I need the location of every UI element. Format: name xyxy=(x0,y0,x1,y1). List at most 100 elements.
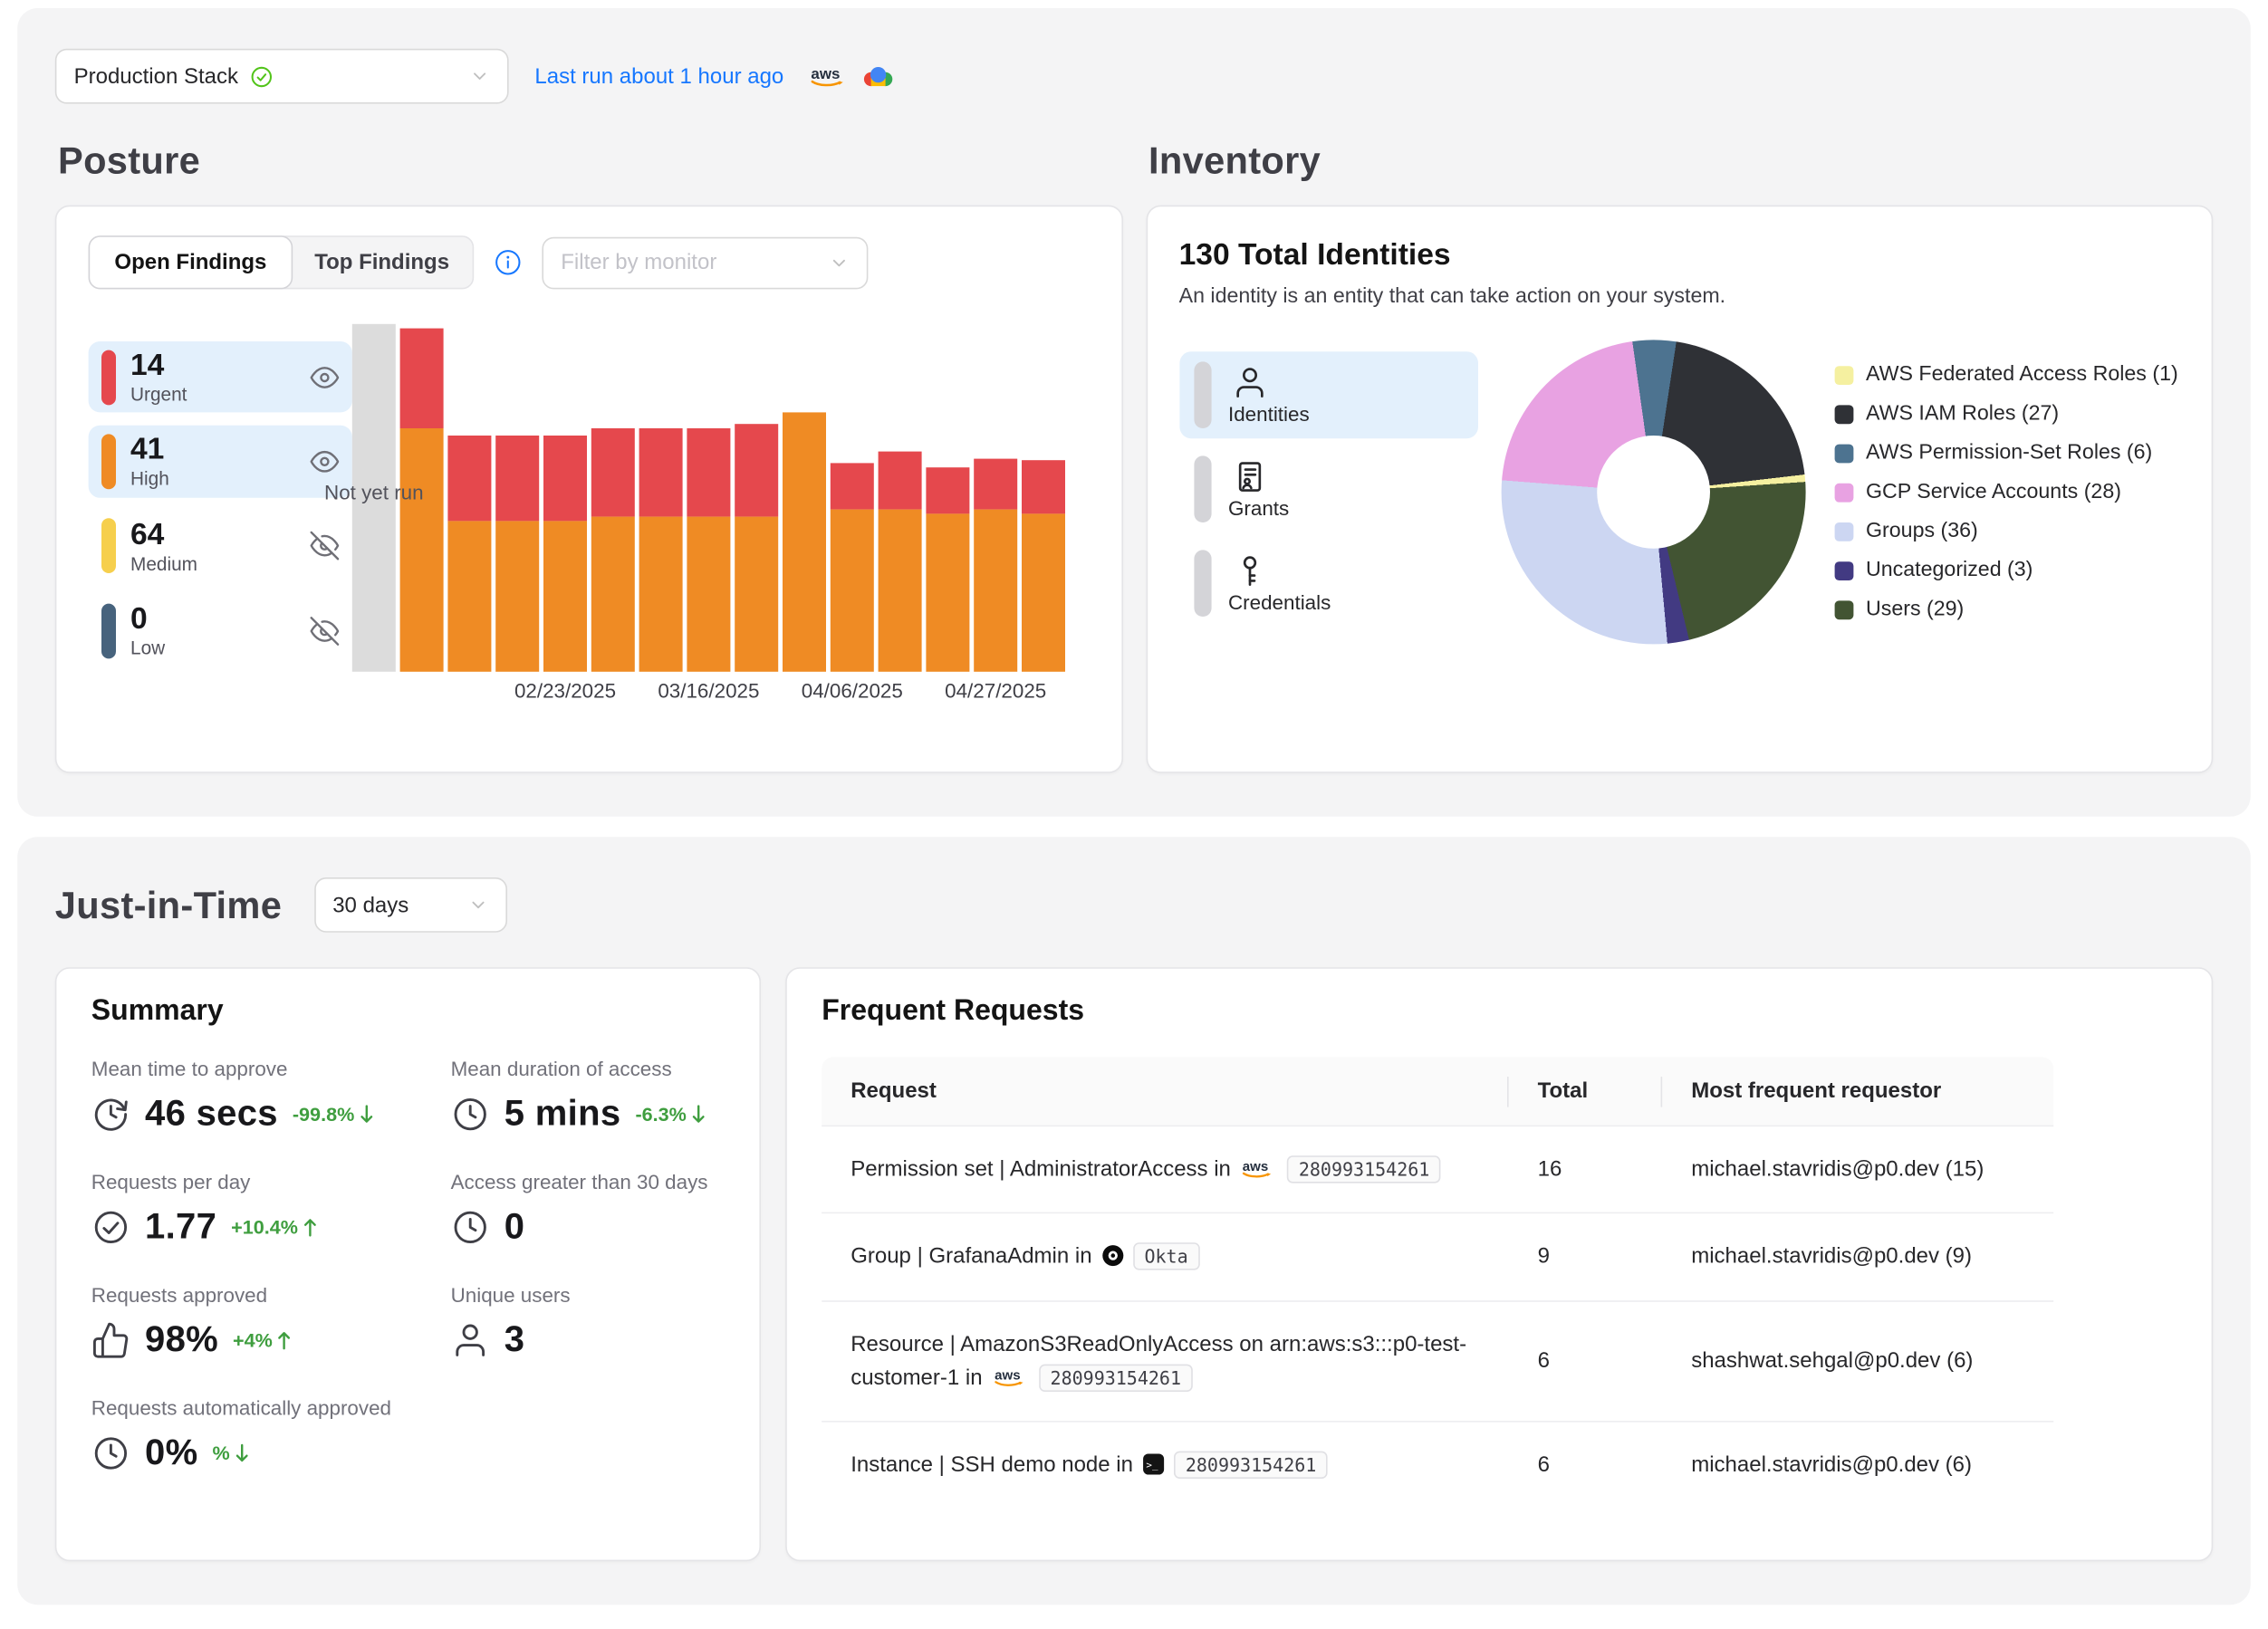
summary-metrics: Mean time to approve46 secs-99.8%Mean du… xyxy=(91,1057,725,1474)
bar-week-12 xyxy=(926,467,969,672)
inventory-section: Inventory 130 Total Identities An identi… xyxy=(1146,139,2213,773)
eye-off-icon[interactable] xyxy=(310,532,339,561)
high-segment xyxy=(687,517,730,672)
trend-up-icon xyxy=(301,1216,318,1238)
time-range-select[interactable]: 30 days xyxy=(313,877,506,933)
column-header-requestor: Most frequent requestor xyxy=(1662,1057,2053,1125)
list-indicator-pill xyxy=(1194,361,1211,428)
urgent-segment xyxy=(1022,460,1065,513)
metric-delta: +4% xyxy=(233,1329,293,1351)
inventory-tabs: IdentitiesGrantsCredentials xyxy=(1179,350,1478,633)
identities-donut-chart xyxy=(1501,340,1805,644)
x-axis-tick: 04/27/2025 xyxy=(945,679,1046,703)
legend-color-chip xyxy=(1834,600,1853,619)
request-row[interactable]: Permission set | AdministratorAccess in … xyxy=(822,1126,2053,1212)
severity-count: 41 xyxy=(130,433,169,466)
topbar: Production Stack Last run about 1 hour a… xyxy=(55,49,2213,104)
summary-card: Summary Mean time to approve46 secs-99.8… xyxy=(55,967,761,1561)
svg-text:aws: aws xyxy=(995,1367,1020,1383)
chevron-down-icon xyxy=(829,253,849,273)
urgent-segment xyxy=(926,467,969,513)
info-icon[interactable] xyxy=(495,249,522,276)
metric-label: Mean time to approve xyxy=(91,1057,451,1080)
request-requestor: michael.stavridis@p0.dev (9) xyxy=(1662,1214,2053,1300)
metric-value: 5 mins xyxy=(505,1093,621,1135)
urgent-segment xyxy=(495,436,539,521)
legend-item-uncategorized: Uncategorized (3) xyxy=(1834,559,2178,582)
severity-label: Urgent xyxy=(130,385,187,406)
thumbs-up-icon xyxy=(91,1321,130,1360)
dashboard: Production Stack Last run about 1 hour a… xyxy=(0,8,2268,1629)
bar-week-3 xyxy=(495,436,539,672)
request-requestor: michael.stavridis@p0.dev (6) xyxy=(1662,1423,2053,1509)
legend-item-high[interactable]: 41High xyxy=(89,426,352,497)
inventory-tab-identities[interactable]: Identities xyxy=(1179,350,1478,437)
legend-color-chip xyxy=(1834,444,1853,463)
total-identities-title: 130 Total Identities xyxy=(1179,238,2180,273)
inventory-tab-credentials[interactable]: Credentials xyxy=(1179,539,1478,626)
request-requestor: michael.stavridis@p0.dev (15) xyxy=(1662,1126,2053,1212)
stack-selector[interactable]: Production Stack xyxy=(55,49,509,104)
legend-item-groups: Groups (36) xyxy=(1834,520,2178,543)
metric-delta: -99.8% xyxy=(293,1104,375,1126)
severity-color-chip xyxy=(101,519,116,574)
eye-icon[interactable] xyxy=(310,447,339,476)
metric-mean-duration-of-access: Mean duration of access5 mins-6.3% xyxy=(451,1057,725,1135)
column-header-total: Total xyxy=(1509,1057,1663,1125)
last-run-link[interactable]: Last run about 1 hour ago xyxy=(534,64,783,89)
high-segment xyxy=(735,517,778,672)
request-row[interactable]: Group | GrafanaAdmin in Okta9michael.sta… xyxy=(822,1212,2053,1299)
svg-text:>_: >_ xyxy=(1146,1460,1158,1471)
resource-badge: Okta xyxy=(1133,1243,1200,1270)
request-row[interactable]: Instance | SSH demo node in >_2809931542… xyxy=(822,1421,2053,1508)
column-header-request: Request xyxy=(822,1057,1508,1125)
eye-off-icon[interactable] xyxy=(310,617,339,646)
okta-icon xyxy=(1100,1244,1124,1268)
severity-count: 0 xyxy=(130,602,165,636)
check-circle-icon xyxy=(91,1208,130,1247)
posture-card: Open FindingsTop Findings Filter by moni… xyxy=(55,206,1122,773)
metric-mean-time-to-approve: Mean time to approve46 secs-99.8% xyxy=(91,1057,451,1135)
urgent-segment xyxy=(879,452,922,510)
tab-top-findings[interactable]: Top Findings xyxy=(292,237,473,288)
tab-open-findings[interactable]: Open Findings xyxy=(89,235,293,289)
severity-color-chip xyxy=(101,435,116,490)
grants-icon xyxy=(1231,458,1267,494)
urgent-segment xyxy=(831,463,874,509)
clock-icon xyxy=(451,1208,490,1247)
bar-week-8 xyxy=(735,424,778,672)
inventory-tab-grants[interactable]: Grants xyxy=(1179,445,1478,532)
list-indicator-pill xyxy=(1194,455,1211,522)
metric-unique-users: Unique users3 xyxy=(451,1283,725,1361)
frequent-requests-card: Frequent Requests Request Total Most fre… xyxy=(785,967,2213,1561)
metric-access-greater-than-30-days: Access greater than 30 days0 xyxy=(451,1170,725,1248)
eye-icon[interactable] xyxy=(310,363,339,392)
posture-title: Posture xyxy=(58,139,1122,184)
frequent-requests-table: Request Total Most frequent requestor Pe… xyxy=(822,1057,2053,1508)
urgent-segment xyxy=(974,459,1017,510)
request-text: Permission set | AdministratorAccess in xyxy=(850,1157,1236,1182)
legend-item-users: Users (29) xyxy=(1834,598,2178,621)
legend-item-low[interactable]: 0Low xyxy=(89,595,352,666)
table-header: Request Total Most frequent requestor xyxy=(822,1057,2053,1125)
jit-title: Just-in-Time xyxy=(55,883,282,928)
metric-requests-automatically-approved: Requests automatically approved0%% xyxy=(91,1396,451,1474)
monitor-filter-select[interactable]: Filter by monitor xyxy=(542,236,868,289)
legend-color-chip xyxy=(1834,405,1853,424)
request-row[interactable]: Resource | AmazonS3ReadOnlyAccess on arn… xyxy=(822,1299,2053,1421)
metric-delta: % xyxy=(212,1442,250,1464)
gcp-logo-icon xyxy=(860,63,895,90)
urgent-segment xyxy=(447,436,491,521)
key-icon xyxy=(1231,552,1267,589)
legend-color-chip xyxy=(1834,365,1853,384)
legend-item-urgent[interactable]: 14Urgent xyxy=(89,341,352,413)
metric-value: 0 xyxy=(505,1206,525,1248)
metric-requests-approved: Requests approved98%+4% xyxy=(91,1283,451,1361)
metric-requests-per-day: Requests per day1.77+10.4% xyxy=(91,1170,451,1248)
posture-legend: 14Urgent 41High 64Medium 0Low xyxy=(89,324,352,711)
request-cell: Instance | SSH demo node in >_2809931542… xyxy=(822,1423,1508,1509)
identities-subtitle: An identity is an entity that can take a… xyxy=(1179,285,2180,309)
metric-label: Requests per day xyxy=(91,1170,451,1193)
legend-label: Users (29) xyxy=(1866,598,1964,621)
legend-item-medium[interactable]: 64Medium xyxy=(89,511,352,582)
